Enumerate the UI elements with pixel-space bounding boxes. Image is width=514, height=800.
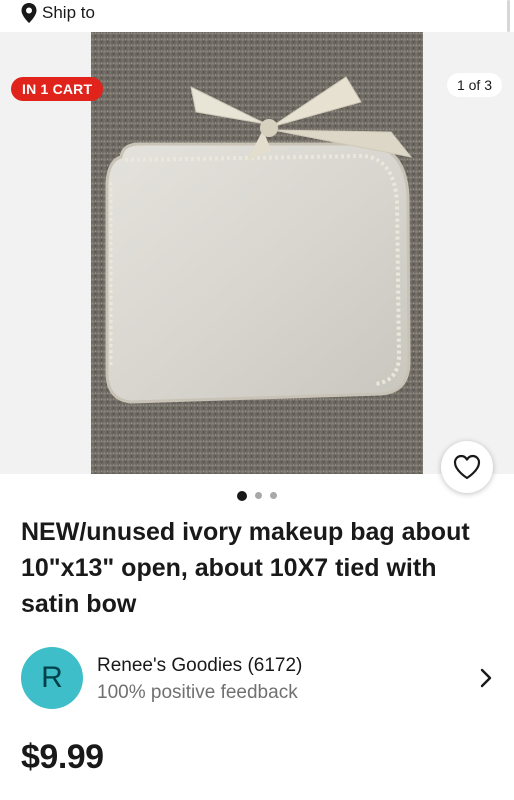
ship-to-button[interactable]: Ship to xyxy=(20,0,95,26)
in-cart-badge: IN 1 CART xyxy=(11,77,104,101)
product-photo[interactable] xyxy=(91,32,423,474)
listing-title: NEW/unused ivory makeup bag about 10"x13… xyxy=(21,518,470,618)
seller-name: Renee's Goodies (6172) xyxy=(97,655,303,676)
image-gallery[interactable]: IN 1 CART 1 of 3 xyxy=(0,32,514,474)
pagination-dot-1[interactable] xyxy=(237,490,247,501)
ship-to-label: Ship to xyxy=(42,3,95,22)
chevron-right-icon xyxy=(480,668,492,688)
seller-card[interactable]: R Renee's Goodies (6172) 100% positive f… xyxy=(21,647,501,709)
seller-avatar: R xyxy=(21,647,83,709)
image-counter: 1 of 3 xyxy=(446,73,502,97)
pagination-dot-2[interactable] xyxy=(255,492,262,499)
scroll-indicator xyxy=(507,0,510,32)
location-pin-icon xyxy=(21,3,37,23)
gallery-pagination xyxy=(0,490,514,501)
top-bar: Ship to xyxy=(0,0,514,32)
seller-feedback: 100% positive feedback xyxy=(97,682,298,703)
price: $9.99 xyxy=(21,738,104,776)
watch-button[interactable] xyxy=(441,441,493,493)
pagination-dot-3[interactable] xyxy=(270,492,277,499)
heart-icon xyxy=(453,454,481,480)
